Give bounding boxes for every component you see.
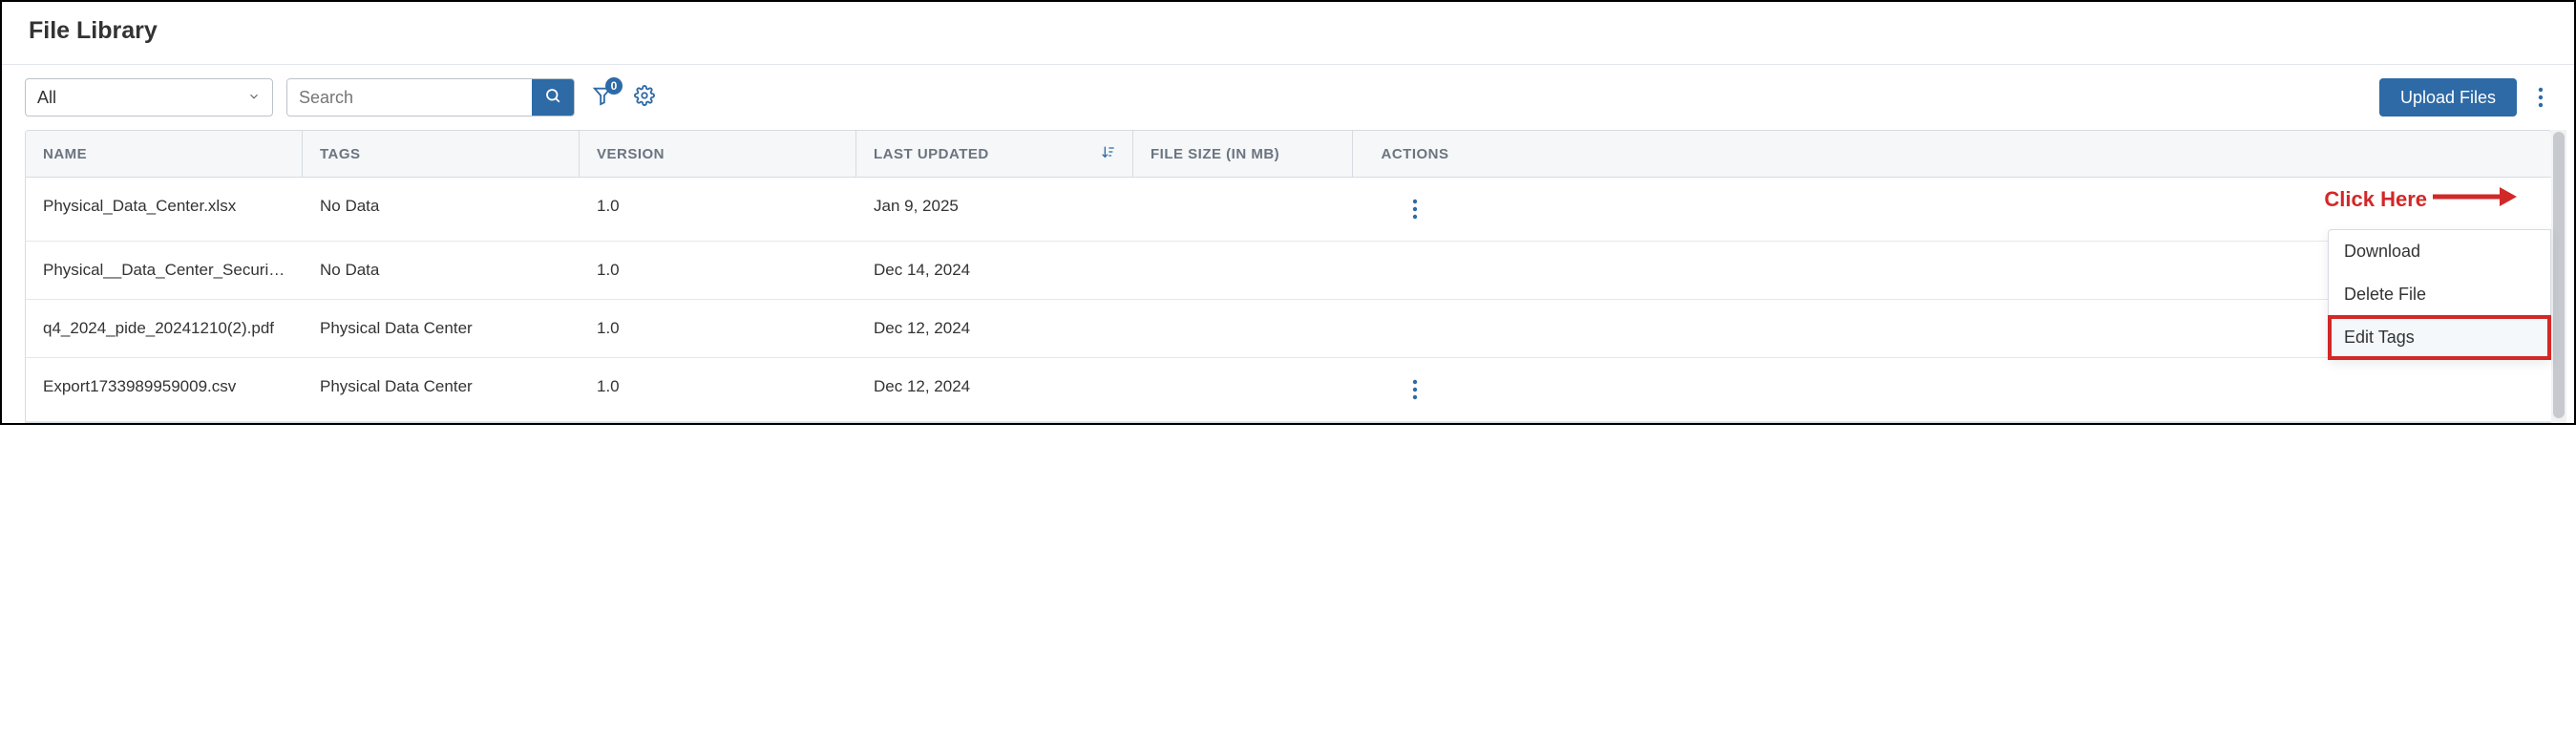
toolbar-more-menu[interactable] (2530, 85, 2551, 110)
cell-size (1133, 358, 1353, 421)
table-row: q4_2024_pide_20241210(2).pdf Physical Da… (26, 300, 2551, 358)
search-icon (544, 87, 561, 109)
cell-updated: Dec 12, 2024 (856, 358, 1133, 421)
cell-name: Physical__Data_Center_Security... (26, 242, 303, 299)
table-row: Physical__Data_Center_Security... No Dat… (26, 242, 2551, 300)
filter-button[interactable]: 0 (588, 83, 617, 112)
column-actions: ACTIONS (1353, 131, 1477, 177)
scrollbar-vertical[interactable] (2551, 130, 2566, 423)
filter-dropdown[interactable]: All (25, 78, 273, 116)
table-row: Export1733989959009.csv Physical Data Ce… (26, 358, 2551, 422)
scrollbar-thumb[interactable] (2553, 132, 2565, 418)
cell-actions (1353, 178, 1477, 241)
cell-name: Export1733989959009.csv (26, 358, 303, 421)
table-header-row: NAME TAGS VERSION LAST UPDATED FILE SIZE… (26, 131, 2551, 178)
cell-actions (1353, 358, 1477, 421)
cell-actions (1353, 300, 1477, 357)
search-input-wrap (286, 78, 575, 116)
filter-badge: 0 (605, 77, 623, 95)
sort-desc-icon (1100, 144, 1115, 163)
cell-version: 1.0 (580, 242, 856, 299)
cell-version: 1.0 (580, 358, 856, 421)
cell-size (1133, 300, 1353, 357)
upload-files-button[interactable]: Upload Files (2379, 78, 2517, 116)
cell-tags: No Data (303, 178, 580, 241)
settings-button[interactable] (630, 83, 659, 112)
page-title: File Library (2, 2, 2574, 65)
menu-edit-tags[interactable]: Edit Tags (2329, 316, 2550, 359)
cell-actions (1353, 242, 1477, 299)
search-button[interactable] (532, 79, 574, 116)
column-last-updated-label: LAST UPDATED (874, 146, 989, 162)
menu-delete-file[interactable]: Delete File (2329, 273, 2550, 316)
table-area: NAME TAGS VERSION LAST UPDATED FILE SIZE… (2, 130, 2574, 423)
cell-tags: Physical Data Center (303, 358, 580, 421)
cell-version: 1.0 (580, 300, 856, 357)
chevron-down-icon (247, 88, 261, 108)
cell-updated: Jan 9, 2025 (856, 178, 1133, 241)
column-version[interactable]: VERSION (580, 131, 856, 177)
table-row: Physical_Data_Center.xlsx No Data 1.0 Ja… (26, 178, 2551, 242)
cell-name: q4_2024_pide_20241210(2).pdf (26, 300, 303, 357)
column-tags[interactable]: TAGS (303, 131, 580, 177)
cell-size (1133, 242, 1353, 299)
filter-dropdown-value: All (37, 88, 56, 108)
row-actions-menu[interactable] (1404, 377, 1425, 402)
column-last-updated[interactable]: LAST UPDATED (856, 131, 1133, 177)
column-name[interactable]: NAME (26, 131, 303, 177)
search-input[interactable] (287, 79, 532, 116)
gear-icon (634, 85, 655, 111)
cell-tags: No Data (303, 242, 580, 299)
row-context-menu: Download Delete File Edit Tags (2328, 229, 2551, 360)
column-file-size[interactable]: FILE SIZE (IN MB) (1133, 131, 1353, 177)
cell-tags: Physical Data Center (303, 300, 580, 357)
cell-updated: Dec 12, 2024 (856, 300, 1133, 357)
toolbar: All 0 Upload Files (2, 65, 2574, 130)
menu-download[interactable]: Download (2329, 230, 2550, 273)
cell-updated: Dec 14, 2024 (856, 242, 1133, 299)
cell-version: 1.0 (580, 178, 856, 241)
file-table: NAME TAGS VERSION LAST UPDATED FILE SIZE… (25, 130, 2552, 423)
row-actions-menu[interactable] (1404, 197, 1425, 222)
cell-size (1133, 178, 1353, 241)
cell-name: Physical_Data_Center.xlsx (26, 178, 303, 241)
